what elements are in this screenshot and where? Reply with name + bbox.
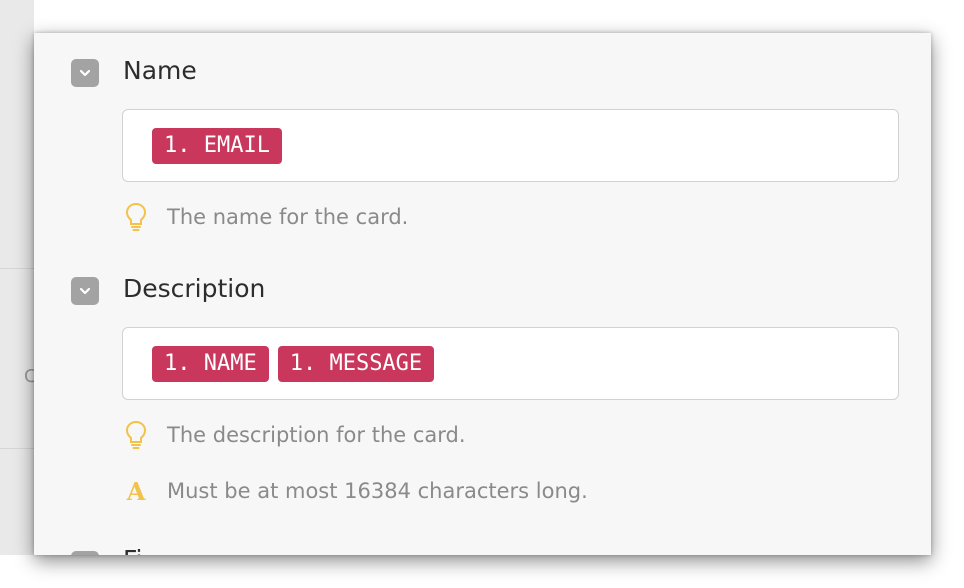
collapse-description-toggle[interactable]	[71, 277, 99, 305]
lightbulb-icon	[122, 419, 150, 451]
collapse-name-toggle[interactable]	[71, 59, 99, 87]
chevron-down-icon	[79, 287, 91, 295]
lightbulb-icon	[122, 201, 150, 233]
description-field-input[interactable]: 1. NAME 1. MESSAGE	[122, 327, 899, 400]
background-divider	[0, 448, 34, 449]
chevron-down-icon	[79, 69, 91, 77]
hint-text: Must be at most 16384 characters long.	[167, 479, 588, 503]
text-format-icon: A	[126, 476, 146, 506]
next-field-label: Fi	[123, 545, 153, 555]
description-field-label: Description	[123, 274, 266, 303]
name-field-input[interactable]: 1. EMAIL	[122, 109, 899, 182]
hint-text: The name for the card.	[167, 205, 409, 229]
name-field-label: Name	[123, 56, 197, 85]
description-length-hint: A Must be at most 16384 characters long.	[122, 475, 588, 507]
mapping-panel: Name 1. EMAIL The name for the card. Des…	[34, 33, 931, 555]
collapse-next-field-toggle[interactable]	[71, 551, 99, 555]
name-field-hint: The name for the card.	[122, 201, 408, 233]
mapped-token[interactable]: 1. MESSAGE	[277, 345, 435, 382]
hint-text: The description for the card.	[167, 423, 466, 447]
background-divider	[0, 268, 34, 269]
background-panel: C	[0, 0, 37, 555]
mapped-token[interactable]: 1. NAME	[152, 345, 269, 382]
mapped-token[interactable]: 1. EMAIL	[152, 127, 282, 164]
description-field-hint: The description for the card.	[122, 419, 466, 451]
